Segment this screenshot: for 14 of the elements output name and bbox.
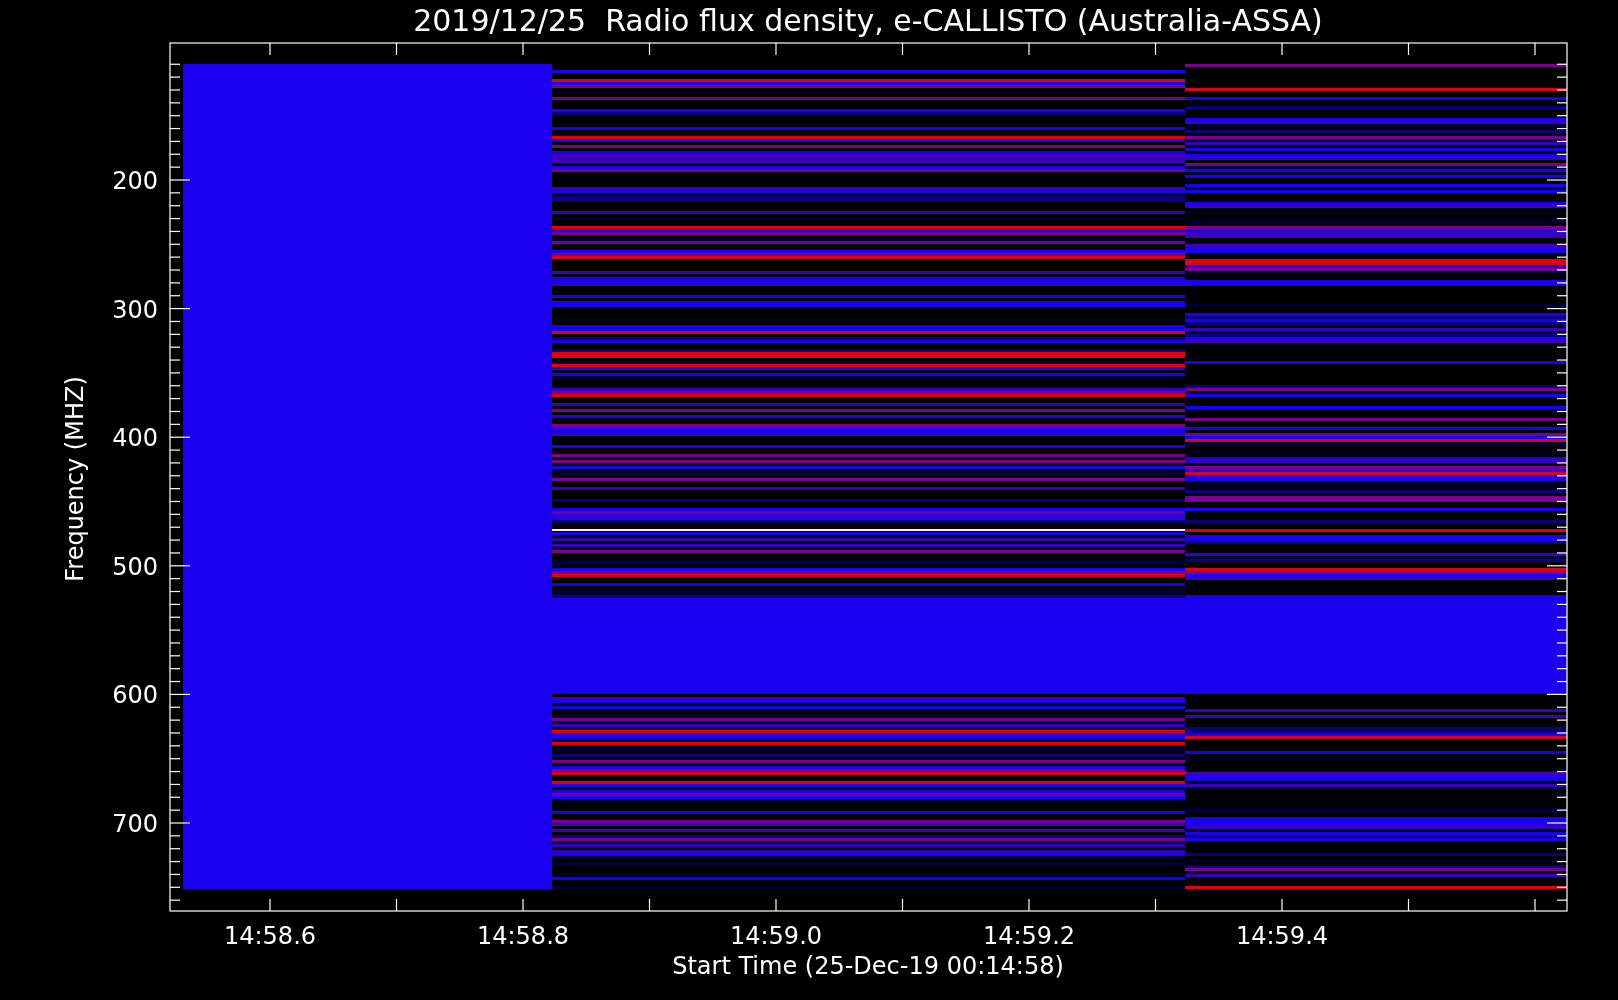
- x-tick-label: 14:59.4: [1235, 922, 1329, 950]
- y-tick-label: 200: [112, 167, 158, 195]
- y-tick-label: 400: [112, 424, 158, 453]
- x-tick-label: 14:58.8: [476, 922, 570, 950]
- y-tick-label: 300: [112, 295, 158, 324]
- x-tick-label: 14:59.2: [982, 922, 1076, 950]
- chart-title: 2019/12/25 Radio flux density, e-CALLISTO (Australia-ASSA): [413, 3, 1323, 38]
- x-axis-label: Start Time (25-Dec-19 00:14:58): [672, 952, 1064, 980]
- x-tick-label: 14:58.6: [223, 922, 317, 950]
- x-tick-label: 14:59.0: [729, 922, 823, 950]
- y-tick-label: 700: [112, 810, 158, 838]
- y-axis-label: Frequency (MHZ): [61, 376, 89, 582]
- y-tick-label: 600: [112, 681, 158, 710]
- y-tick-label: 500: [112, 552, 158, 581]
